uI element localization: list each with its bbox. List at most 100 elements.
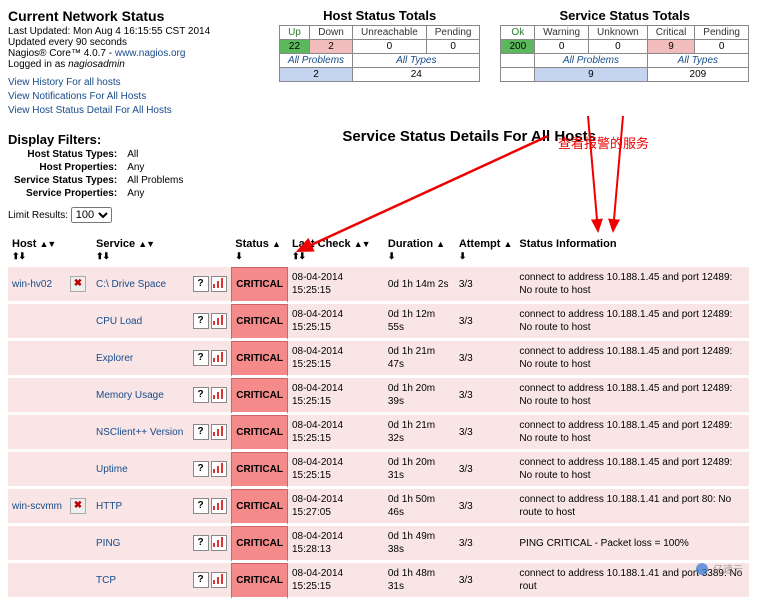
host-val-unreachable[interactable]: 0 xyxy=(353,40,427,54)
svc-val-warning[interactable]: 0 xyxy=(535,40,589,54)
host-down-icon[interactable]: ✖ xyxy=(70,276,86,292)
col-status[interactable]: Status ▲⬇ xyxy=(231,234,288,266)
col-host[interactable]: Host ▲▼⬆⬇ xyxy=(8,234,66,266)
table-row: PING? CRITICAL08-04-2014 15:28:130d 1h 4… xyxy=(8,526,749,562)
svc-all-problems-label[interactable]: All Problems xyxy=(535,54,648,68)
host-val-up[interactable]: 22 xyxy=(279,40,309,54)
duration-cell: 0d 1h 50m 46s xyxy=(384,489,455,525)
host-down-icon[interactable]: ✖ xyxy=(70,498,86,514)
attempt-cell: 3/3 xyxy=(455,563,516,599)
host-all-types-label[interactable]: All Types xyxy=(353,54,480,68)
service-link[interactable]: PING xyxy=(96,538,120,549)
limit-select[interactable]: 100 xyxy=(71,207,112,223)
col-duration[interactable]: Duration ▲⬇ xyxy=(384,234,455,266)
help-icon[interactable]: ? xyxy=(193,350,209,366)
svc-all-types-val[interactable]: 209 xyxy=(647,68,748,82)
filter-svc-prop-value: Any xyxy=(123,188,187,199)
host-all-problems-val[interactable]: 2 xyxy=(279,68,352,82)
chart-icon[interactable] xyxy=(211,276,227,292)
help-icon[interactable]: ? xyxy=(193,313,209,329)
duration-cell: 0d 1h 21m 47s xyxy=(384,341,455,377)
host-col-pending[interactable]: Pending xyxy=(426,26,480,40)
last-check-cell: 08-04-2014 15:25:15 xyxy=(288,304,384,340)
help-icon[interactable]: ? xyxy=(193,276,209,292)
service-link[interactable]: Memory Usage xyxy=(96,390,164,401)
host-col-unreachable[interactable]: Unreachable xyxy=(353,26,427,40)
attempt-cell: 3/3 xyxy=(455,378,516,414)
chart-icon[interactable] xyxy=(211,387,227,403)
chart-icon[interactable] xyxy=(211,535,227,551)
table-row: NSClient++ Version? CRITICAL08-04-2014 1… xyxy=(8,415,749,451)
duration-cell: 0d 1h 12m 55s xyxy=(384,304,455,340)
logged-in-label: Logged in as xyxy=(8,59,68,70)
svc-col-warning[interactable]: Warning xyxy=(535,26,589,40)
svc-col-critical[interactable]: Critical xyxy=(647,26,695,40)
info-cell: connect to address 10.188.1.45 and port … xyxy=(515,304,749,340)
help-icon[interactable]: ? xyxy=(193,572,209,588)
svc-val-unknown[interactable]: 0 xyxy=(589,40,648,54)
link-host-status-detail[interactable]: View Host Status Detail For All Hosts xyxy=(8,105,172,116)
chart-icon[interactable] xyxy=(211,572,227,588)
service-link[interactable]: C:\ Drive Space xyxy=(96,279,166,290)
info-cell: connect to address 10.188.1.45 and port … xyxy=(515,378,749,414)
help-icon[interactable]: ? xyxy=(193,535,209,551)
filter-host-status-label: Host Status Types: xyxy=(10,149,121,160)
help-icon[interactable]: ? xyxy=(193,424,209,440)
duration-cell: 0d 1h 21m 32s xyxy=(384,415,455,451)
host-all-problems-label[interactable]: All Problems xyxy=(279,54,352,68)
info-cell: connect to address 10.188.1.45 and port … xyxy=(515,415,749,451)
filter-host-status-value: All xyxy=(123,149,187,160)
chart-icon[interactable] xyxy=(211,350,227,366)
duration-cell: 0d 1h 48m 31s xyxy=(384,563,455,599)
svc-col-unknown[interactable]: Unknown xyxy=(589,26,648,40)
help-icon[interactable]: ? xyxy=(193,461,209,477)
host-val-pending[interactable]: 0 xyxy=(426,40,480,54)
filter-host-prop-value: Any xyxy=(123,162,187,173)
host-link[interactable]: win-hv02 xyxy=(12,279,52,290)
nagios-link[interactable]: www.nagios.org xyxy=(115,48,186,59)
last-check-cell: 08-04-2014 15:25:15 xyxy=(288,563,384,599)
col-attempt[interactable]: Attempt ▲⬇ xyxy=(455,234,516,266)
status-cell: CRITICAL xyxy=(231,563,288,599)
host-col-down[interactable]: Down xyxy=(310,26,353,40)
status-cell: CRITICAL xyxy=(231,489,288,525)
last-check-cell: 08-04-2014 15:25:15 xyxy=(288,341,384,377)
link-view-history[interactable]: View History For all hosts xyxy=(8,77,121,88)
col-info[interactable]: Status Information xyxy=(515,234,749,266)
col-last-check[interactable]: Last Check ▲▼⬆⬇ xyxy=(288,234,384,266)
last-check-cell: 08-04-2014 15:25:15 xyxy=(288,452,384,488)
host-col-up[interactable]: Up xyxy=(279,26,309,40)
help-icon[interactable]: ? xyxy=(193,387,209,403)
page-heading: Current Network Status xyxy=(8,8,259,24)
service-status-table: Host ▲▼⬆⬇ Service ▲▼⬆⬇ Status ▲⬇ Last Ch… xyxy=(8,233,749,600)
service-link[interactable]: Uptime xyxy=(96,464,128,475)
chart-icon[interactable] xyxy=(211,498,227,514)
svc-val-pending[interactable]: 0 xyxy=(695,40,749,54)
help-icon[interactable]: ? xyxy=(193,498,209,514)
product-name: Nagios® Core™ 4.0.7 - xyxy=(8,48,115,59)
svc-val-ok[interactable]: 200 xyxy=(501,40,535,54)
svc-col-ok[interactable]: Ok xyxy=(501,26,535,40)
chart-icon[interactable] xyxy=(211,313,227,329)
chart-icon[interactable] xyxy=(211,461,227,477)
host-val-down[interactable]: 2 xyxy=(310,40,353,54)
host-all-types-val[interactable]: 24 xyxy=(353,68,480,82)
service-link[interactable]: TCP xyxy=(96,575,116,586)
col-service[interactable]: Service ▲▼⬆⬇ xyxy=(92,234,187,266)
last-check-cell: 08-04-2014 15:28:13 xyxy=(288,526,384,562)
svc-val-critical[interactable]: 9 xyxy=(647,40,695,54)
svc-all-problems-val[interactable]: 9 xyxy=(535,68,648,82)
attempt-cell: 3/3 xyxy=(455,304,516,340)
limit-label: Limit Results: xyxy=(8,210,68,221)
svc-col-pending[interactable]: Pending xyxy=(695,26,749,40)
svc-all-types-label[interactable]: All Types xyxy=(647,54,748,68)
link-view-notifications[interactable]: View Notifications For All Hosts xyxy=(8,91,146,102)
service-link[interactable]: Explorer xyxy=(96,353,133,364)
host-link[interactable]: win-scvmm xyxy=(12,501,62,512)
service-link[interactable]: CPU Load xyxy=(96,316,142,327)
service-link[interactable]: NSClient++ Version xyxy=(96,427,183,438)
service-link[interactable]: HTTP xyxy=(96,501,122,512)
chart-icon[interactable] xyxy=(211,424,227,440)
host-totals-table: Up Down Unreachable Pending 22 2 0 0 All… xyxy=(279,25,481,82)
info-cell: connect to address 10.188.1.41 and port … xyxy=(515,489,749,525)
